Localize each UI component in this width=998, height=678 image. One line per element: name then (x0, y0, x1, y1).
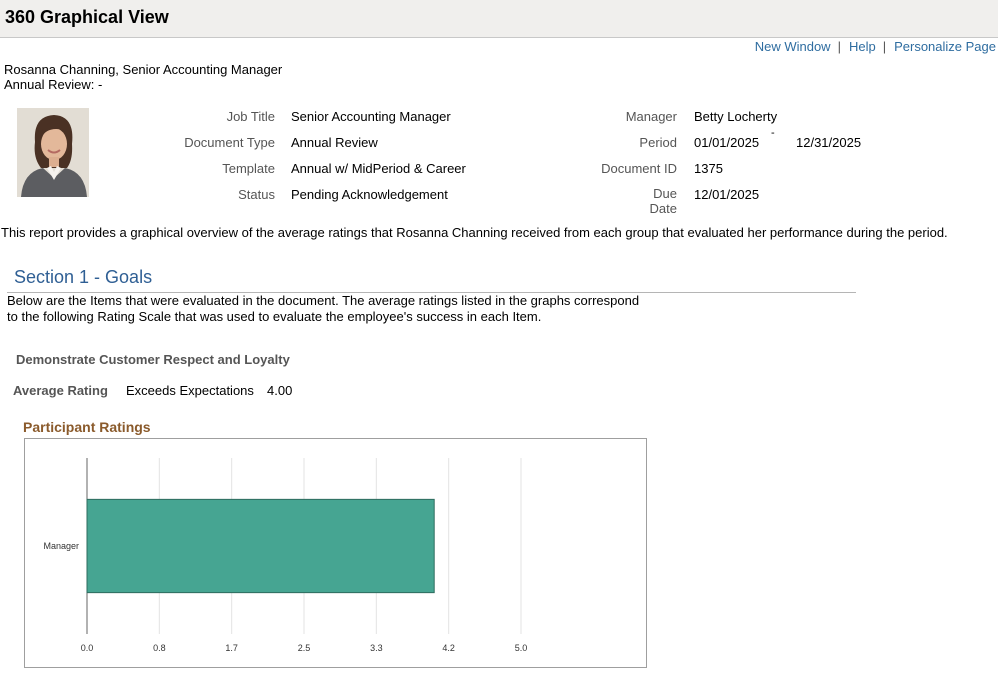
page-title: 360 Graphical View (5, 7, 169, 27)
period-start: 01/01/2025 (694, 135, 760, 150)
x-tick-label: 0.0 (81, 643, 94, 653)
personalize-page-link[interactable]: Personalize Page (894, 39, 996, 54)
bar-manager (86, 498, 435, 594)
due-date-label-2: Date (649, 201, 677, 216)
new-window-link[interactable]: New Window (755, 39, 831, 54)
x-tick-label: 4.2 (442, 643, 455, 653)
template-label: Template (222, 161, 275, 176)
chart-title: Participant Ratings (23, 419, 151, 435)
section-description-line-2: to the following Rating Scale that was u… (7, 309, 542, 324)
section-title: Section 1 - Goals (14, 267, 153, 287)
manager-value: Betty Locherty (694, 109, 778, 124)
x-tick-label: 0.8 (153, 643, 166, 653)
due-date-label-1: Due (653, 186, 677, 201)
manager-label: Manager (625, 109, 677, 124)
job-title-label: Job Title (226, 109, 275, 124)
x-tick-label: 5.0 (515, 643, 528, 653)
avatar-image (17, 108, 89, 197)
template-value: Annual w/ MidPeriod & Career (291, 161, 466, 176)
x-tick-label: 3.3 (370, 643, 383, 653)
period-label: Period (639, 135, 677, 150)
y-category-label: Manager (43, 541, 79, 551)
period-dash: - (771, 127, 775, 139)
item-title: Demonstrate Customer Respect and Loyalty (16, 352, 290, 367)
employee-name-line: Rosanna Channing, Senior Accounting Mana… (4, 62, 283, 77)
document-type-label: Document Type (184, 135, 275, 150)
chart-svg: 0.0 0.8 1.7 2.5 3.3 4.2 5.0 Manager (43, 458, 528, 653)
employee-photo (17, 108, 89, 197)
average-rating-value: 4.00 (267, 383, 293, 398)
due-date-value: 12/01/2025 (694, 187, 760, 202)
average-rating-label: Average Rating (13, 383, 108, 398)
status-value: Pending Acknowledgement (291, 187, 448, 202)
document-id-label: Document ID (601, 161, 677, 176)
document-id-value: 1375 (694, 161, 723, 176)
job-title-value: Senior Accounting Manager (291, 109, 451, 124)
page-header: 360 Graphical View (0, 0, 998, 38)
link-separator: | (837, 39, 841, 54)
average-rating-text: Exceeds Expectations (126, 383, 254, 398)
status-label: Status (238, 187, 275, 202)
top-links: New Window | Help | Personalize Page (755, 39, 996, 54)
review-line: Annual Review: - (4, 77, 103, 92)
participant-ratings-chart: 0.0 0.8 1.7 2.5 3.3 4.2 5.0 Manager (24, 438, 647, 668)
period-end: 12/31/2025 (796, 135, 862, 150)
document-type-value: Annual Review (291, 135, 378, 150)
link-separator: | (882, 39, 887, 54)
report-description: This report provides a graphical overvie… (1, 225, 948, 240)
x-tick-label: 1.7 (225, 643, 238, 653)
help-link[interactable]: Help (849, 39, 876, 54)
x-tick-label: 2.5 (298, 643, 311, 653)
section-description-line-1: Below are the Items that were evaluated … (7, 293, 640, 308)
